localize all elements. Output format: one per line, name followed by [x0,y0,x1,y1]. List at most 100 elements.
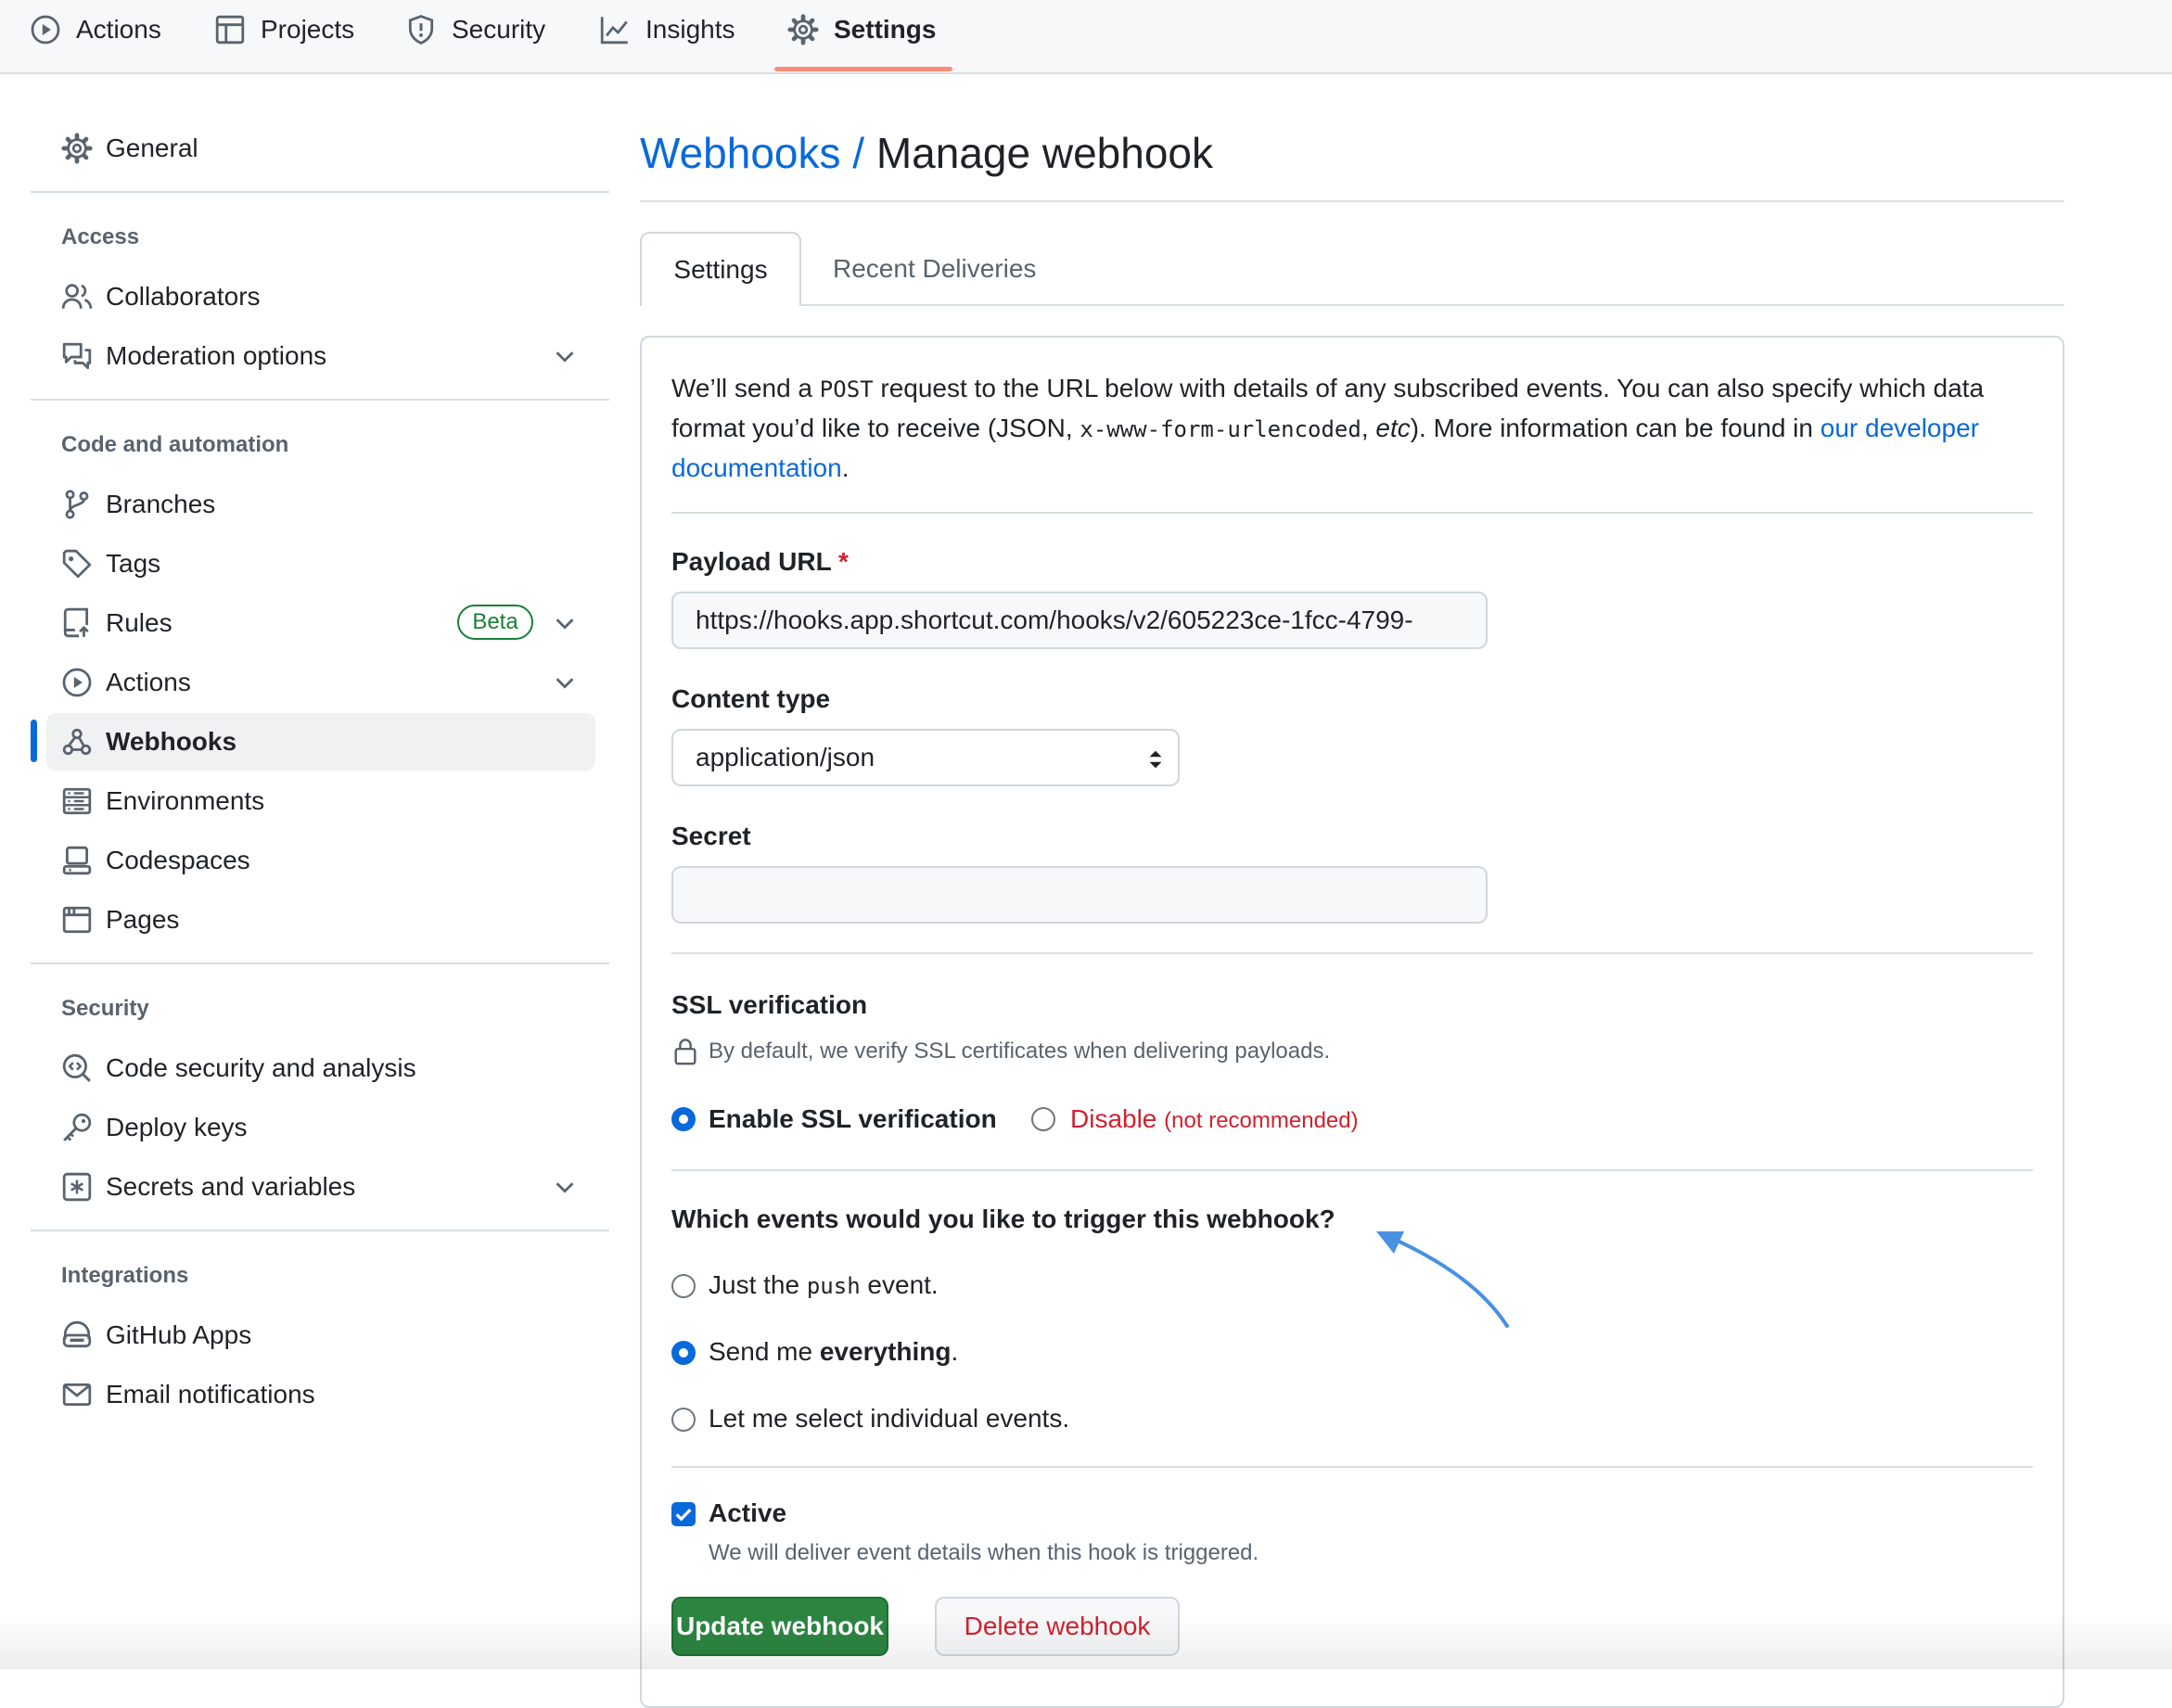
sidebar-item-label: Environments [106,786,265,815]
server-icon [61,785,93,817]
asterisk-icon [61,1171,93,1203]
disable-ssl-label[interactable]: Disable (not recommended) [1070,1104,1359,1134]
sidebar-item-code-security[interactable]: Code security and analysis [46,1039,595,1097]
sidebar-item-label: Email notifications [106,1380,315,1408]
delete-webhook-button[interactable]: Delete webhook [935,1597,1180,1656]
table-icon [214,14,246,45]
enable-ssl-label[interactable]: Enable SSL verification [709,1104,997,1134]
chevron-down-icon[interactable] [551,1173,579,1201]
section-divider [671,1466,2033,1468]
comment-discussion-icon [61,340,93,372]
events-everything-label[interactable]: Send me everything. [709,1337,958,1367]
sidebar-item-secrets-variables[interactable]: Secrets and variables [46,1158,595,1216]
nav-tab-label: Settings [834,15,937,44]
ssl-heading: SSL verification [671,990,868,1019]
sidebar-item-collaborators[interactable]: Collaborators [46,268,595,325]
nav-tab-settings[interactable]: Settings [787,0,936,59]
events-question: Which events would you like to trigger t… [671,1205,1335,1233]
active-item-indicator [31,720,37,762]
sidebar-item-tags[interactable]: Tags [46,535,595,593]
sidebar-item-general[interactable]: General [46,120,595,177]
breadcrumb-webhooks-link[interactable]: Webhooks [640,129,841,177]
select-arrows-icon [1146,747,1165,771]
sidebar-item-label: Actions [106,668,191,696]
sidebar-divider [31,962,609,964]
sidebar-item-moderation-options[interactable]: Moderation options [46,327,595,385]
active-checkbox[interactable] [671,1502,696,1526]
sidebar-item-label: GitHub Apps [106,1320,252,1349]
events-push-label[interactable]: Just the push event. [709,1270,939,1300]
sidebar-divider [31,1230,609,1231]
chevron-down-icon[interactable] [551,609,579,637]
nav-tab-label: Actions [76,15,161,44]
lock-icon [671,1037,699,1066]
active-note: We will deliver event details when this … [709,1540,1259,1565]
sidebar-item-email-notifications[interactable]: Email notifications [46,1366,595,1423]
tabs-divider [640,304,2064,306]
codespaces-icon [61,845,93,876]
tab-settings[interactable]: Settings [640,232,801,306]
nav-tab-security[interactable]: Security [405,0,545,59]
intro-text-part: ). More information can be found in [1410,414,1821,442]
sidebar-item-label: Tags [106,549,161,578]
disable-ssl-note: (not recommended) [1164,1108,1359,1133]
sidebar-item-pages[interactable]: Pages [46,891,595,949]
enable-ssl-radio[interactable] [671,1107,696,1131]
sidebar-heading-code-automation: Code and automation [61,432,289,457]
disable-ssl-text: Disable [1070,1104,1157,1133]
nav-tab-projects[interactable]: Projects [214,0,354,59]
chevron-down-icon[interactable] [551,669,579,696]
nav-tab-insights[interactable]: Insights [599,0,735,59]
sidebar-item-label: Code security and analysis [106,1053,416,1082]
sidebar-item-codespaces[interactable]: Codespaces [46,832,595,889]
codescan-icon [61,1052,93,1084]
tab-recent-deliveries[interactable]: Recent Deliveries [833,232,1036,306]
sidebar-item-deploy-keys[interactable]: Deploy keys [46,1099,595,1156]
active-tab-underline [774,67,952,71]
sidebar-item-environments[interactable]: Environments [46,772,595,830]
ssl-note: By default, we verify SSL certificates w… [671,1037,1330,1066]
breadcrumb: Webhooks / Manage webhook [640,128,1213,178]
breadcrumb-separator: / [852,129,865,177]
browser-icon [61,904,93,936]
people-icon [61,281,93,312]
git-branch-icon [61,489,93,520]
sidebar-item-label: Rules [106,608,172,637]
events-individual-radio[interactable] [671,1408,696,1432]
disable-ssl-radio[interactable] [1031,1107,1055,1131]
mail-icon [61,1379,93,1410]
webhook-settings-panel [640,336,2064,1708]
payload-url-input[interactable]: https://hooks.app.shortcut.com/hooks/v2/… [671,592,1488,649]
secret-input[interactable] [671,866,1488,924]
sidebar-item-github-apps[interactable]: GitHub Apps [46,1306,595,1364]
nav-tab-label: Insights [645,15,735,44]
graph-icon [599,14,631,45]
repo-nav-bar: Actions Projects Security Insights Setti… [0,0,2172,74]
gear-icon [787,14,819,45]
sidebar-item-webhooks[interactable]: Webhooks [46,713,595,771]
events-individual-label[interactable]: Let me select individual events. [709,1404,1069,1434]
events-everything-radio[interactable] [671,1341,696,1365]
intro-text-part: . [841,453,850,482]
events-everything-text: . [951,1337,959,1366]
sidebar-item-actions[interactable]: Actions [46,654,595,711]
events-push-radio[interactable] [671,1274,696,1298]
chevron-down-icon[interactable] [551,342,579,370]
play-circle-icon [61,667,93,698]
secret-label: Secret [671,822,751,850]
content-type-select[interactable]: application/json [671,729,1180,786]
sidebar-item-label: Codespaces [106,846,250,874]
active-label[interactable]: Active [709,1498,786,1528]
content-type-value: application/json [696,743,875,771]
nav-tab-actions[interactable]: Actions [30,0,161,59]
section-divider [671,1169,2033,1171]
intro-text-part: We’ll send a [671,374,820,402]
sidebar-item-branches[interactable]: Branches [46,476,595,533]
nav-tab-label: Projects [261,15,355,44]
sidebar-item-label: Secrets and variables [106,1172,356,1201]
events-everything-bold: everything [819,1337,952,1366]
update-webhook-button[interactable]: Update webhook [671,1597,888,1656]
sidebar-item-label: Collaborators [106,282,261,311]
events-push-text: event. [860,1270,939,1299]
payload-url-label-text: Payload URL [671,547,832,576]
